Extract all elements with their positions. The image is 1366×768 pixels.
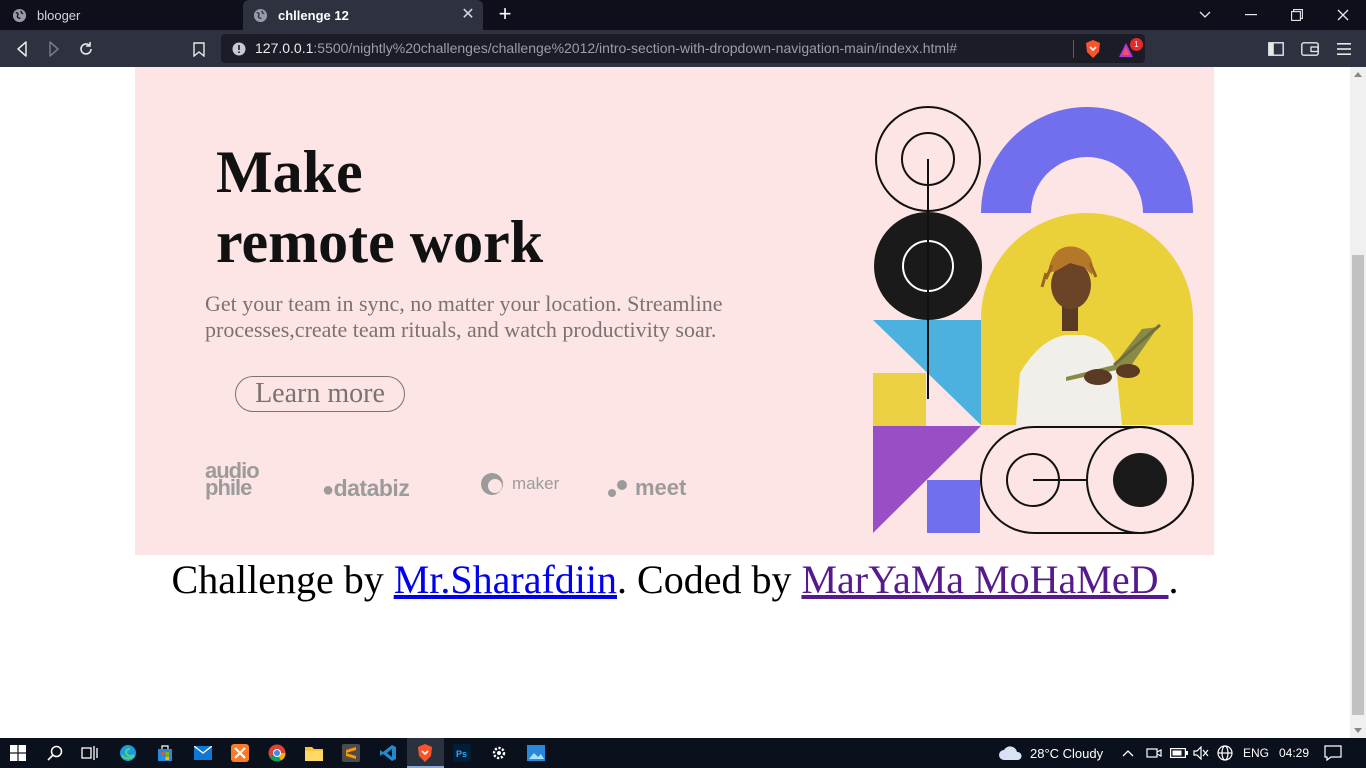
attribution-middle: . Coded by [617,557,802,602]
hero-headline: Make remote work [216,137,543,277]
address-bar[interactable]: 127.0.0.1:5500/nightly%20challenges/chal… [221,34,1145,63]
restore-button[interactable] [1274,0,1320,30]
page-scrollbar[interactable] [1350,67,1366,738]
volume-muted-icon[interactable] [1193,738,1209,768]
brave-taskbar-button[interactable] [407,738,444,768]
hero-description: Get your team in sync, no matter your lo… [205,291,723,342]
new-tab-button[interactable]: + [494,3,516,26]
photoshop-icon[interactable]: Ps [452,743,472,763]
minimize-button[interactable] [1228,0,1274,30]
rewards-badge: 1 [1130,38,1143,51]
client-logo-audiophile: audio phile [205,460,260,499]
client-logo-meet: meet [607,475,686,501]
edge-icon[interactable] [118,743,138,763]
brave-shields-icon[interactable] [1084,39,1102,59]
scroll-up-arrow-icon[interactable] [1354,72,1362,77]
forward-button[interactable] [43,38,65,60]
task-view-icon[interactable] [80,743,100,763]
file-explorer-icon[interactable] [304,743,324,763]
close-tab-icon[interactable]: ✕ [459,6,477,24]
tab-label: chllenge 12 [278,7,349,23]
globe-icon [253,8,268,22]
sublime-text-icon[interactable] [341,743,361,763]
close-window-button[interactable] [1320,0,1366,30]
hero-section: Make remote work Get your team in sync, … [135,67,1214,555]
logo-audiophile-line-2: phile [205,475,252,500]
tab-blooger[interactable]: blooger [0,0,240,30]
logo-maker-text: maker [512,474,560,493]
attribution: Challenge by Mr.Sharafdiin. Coded by Mar… [0,555,1350,605]
windows-taskbar: Ps 28°C Cloudy ENG 04:29 [0,738,1366,768]
logo-databiz-text: databiz [333,475,410,501]
scroll-thumb[interactable] [1352,255,1364,715]
clock[interactable]: 04:29 [1279,738,1309,768]
brave-icon [418,744,432,762]
back-button[interactable] [11,38,33,60]
language-indicator[interactable]: ENG [1243,738,1269,768]
url-divider [1073,40,1074,58]
xampp-icon[interactable] [230,743,250,763]
menu-icon[interactable] [1333,38,1355,60]
tab-strip: blooger chllenge 12 ✕ + [0,0,1366,30]
client-logo-maker: maker [480,472,559,496]
network-globe-icon[interactable] [1217,738,1233,768]
reload-button[interactable] [75,38,97,60]
sidebar-icon[interactable] [1265,38,1287,60]
attribution-prefix: Challenge by [171,557,394,602]
search-icon[interactable] [45,743,65,763]
chrome-icon[interactable] [267,743,287,763]
tab-label: blooger [37,7,81,23]
weather-text: 28°C Cloudy [1030,745,1104,761]
scroll-down-arrow-icon[interactable] [1354,728,1362,733]
meet-now-icon[interactable] [1146,738,1162,768]
maker-mark-icon [481,473,503,495]
url-host: 127.0.0.1 [255,40,314,56]
settings-gear-icon[interactable] [489,743,509,763]
show-hidden-icons-chevron-icon[interactable] [1122,738,1134,768]
meet-dots-icon [608,480,627,497]
vscode-icon[interactable] [378,743,398,763]
windows-start-icon[interactable] [8,743,28,763]
tab-chllenge-12[interactable]: chllenge 12 ✕ [243,0,483,30]
attribution-suffix: . [1168,557,1179,602]
battery-icon[interactable] [1170,738,1188,768]
svg-text:Ps: Ps [456,749,467,759]
headline-line-1: Make [216,139,363,205]
hero-illustration [873,106,1194,534]
store-icon[interactable] [155,743,175,763]
cloud-icon [999,746,1022,760]
yellow-square-shape [873,373,926,426]
pill-dot-shape [1113,453,1167,507]
headline-line-2: remote work [216,209,544,275]
url-path: :5500/nightly%20challenges/challenge%201… [313,40,957,56]
info-icon[interactable] [232,42,246,56]
wallet-icon[interactable] [1299,38,1321,60]
author-link-sharafdiin[interactable]: Mr.Sharafdiin [394,557,617,602]
purple-arch-shape [981,107,1193,213]
tab-search-icon[interactable] [1182,0,1228,30]
notifications-icon[interactable] [1324,738,1342,768]
violet-square-shape [927,480,980,533]
mail-icon[interactable] [193,743,213,763]
logo-meet-text: meet [635,475,687,500]
weather-widget[interactable]: 28°C Cloudy [998,738,1103,768]
author-link-maryama[interactable]: MarYaMa MoHaMeD [801,557,1168,602]
photos-icon[interactable] [526,743,546,763]
client-logo-databiz: ●databiz [322,475,410,502]
databiz-dot-icon: ● [322,479,334,501]
web-page: Make remote work Get your team in sync, … [0,67,1350,738]
browser-toolbar: 127.0.0.1:5500/nightly%20challenges/chal… [0,30,1366,67]
globe-icon [12,8,27,22]
learn-more-button[interactable]: Learn more [235,376,405,412]
url-text: 127.0.0.1:5500/nightly%20challenges/chal… [255,40,957,56]
bookmark-icon[interactable] [188,38,210,60]
